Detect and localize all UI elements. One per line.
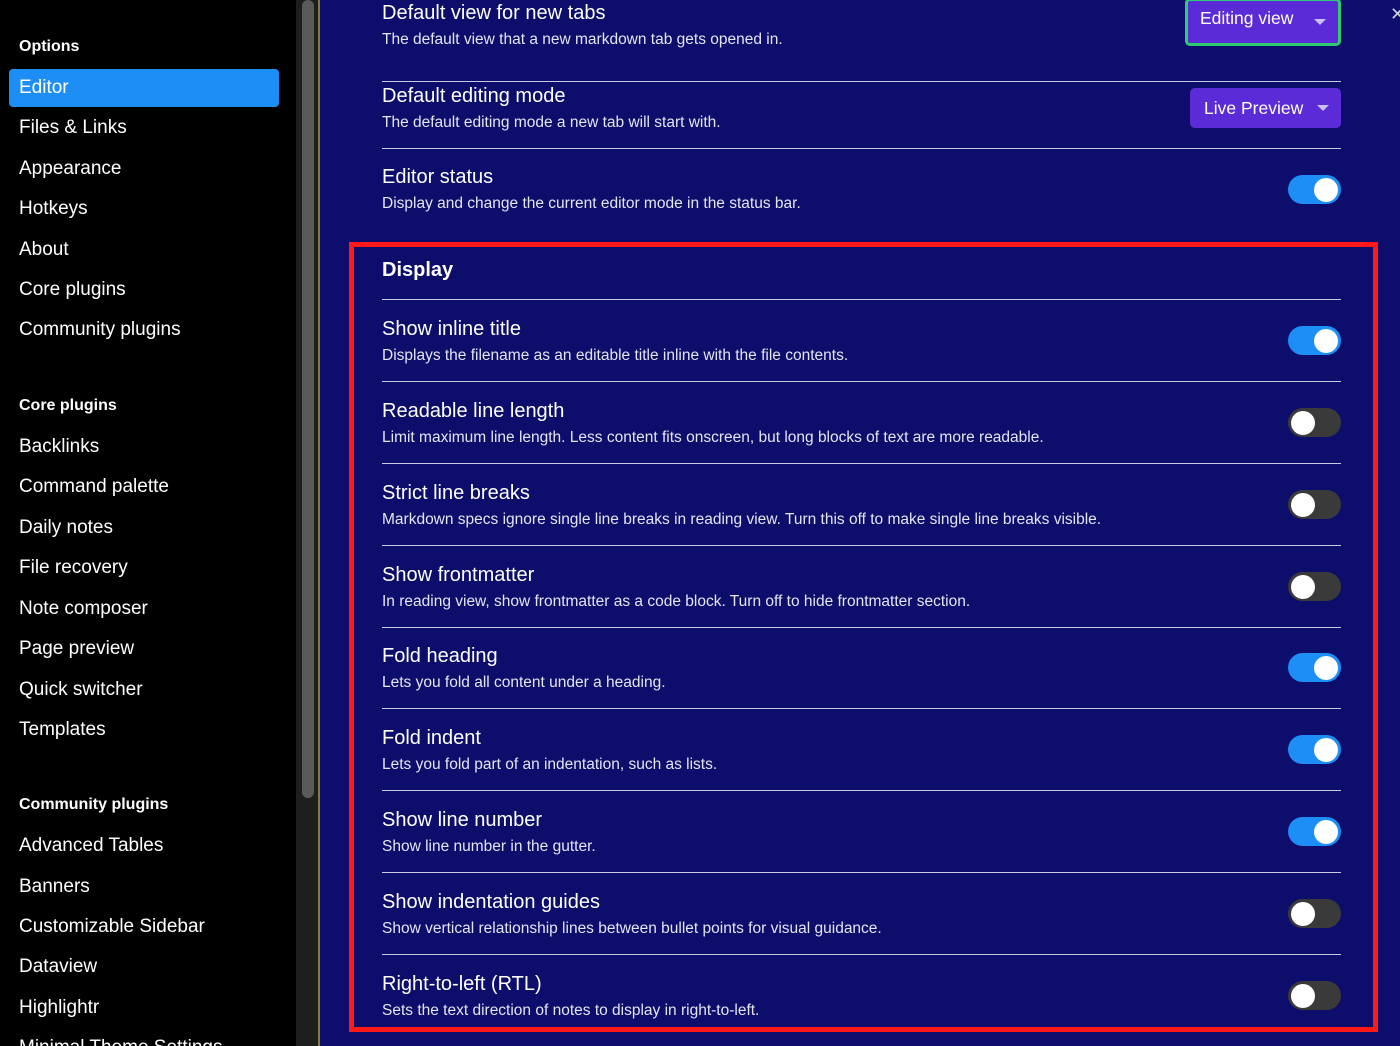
setting-fold-heading: Fold heading Lets you fold all content u… <box>382 627 1341 709</box>
sidebar-item-quick-switcher[interactable]: Quick switcher <box>9 671 279 709</box>
toggle-knob <box>1314 328 1338 353</box>
setting-editor-status: Editor status Display and change the cur… <box>382 149 1341 231</box>
show-line-number-toggle[interactable] <box>1288 817 1341 846</box>
setting-description: Displays the filename as an editable tit… <box>382 347 849 364</box>
sidebar-item-daily-notes[interactable]: Daily notes <box>9 509 279 547</box>
setting-description: The default view that a new markdown tab… <box>382 31 783 48</box>
setting-name: Strict line breaks <box>382 482 530 504</box>
sidebar-item-appearance[interactable]: Appearance <box>9 150 279 188</box>
toggle-knob <box>1314 177 1338 202</box>
setting-name: Fold heading <box>382 645 498 667</box>
setting-readable-line-length: Readable line length Limit maximum line … <box>382 382 1341 464</box>
setting-name: Show indentation guides <box>382 891 600 913</box>
sidebar-item-note-composer[interactable]: Note composer <box>9 590 279 628</box>
sidebar-heading-core-plugins: Core plugins <box>19 397 117 414</box>
fold-heading-toggle[interactable] <box>1288 653 1341 682</box>
sidebar-item-customizable-sidebar[interactable]: Customizable Sidebar <box>9 908 279 946</box>
toggle-knob <box>1291 901 1315 926</box>
setting-show-line-number: Show line number Show line number in the… <box>382 791 1341 873</box>
setting-strict-line-breaks: Strict line breaks Markdown specs ignore… <box>382 464 1341 546</box>
toggle-knob <box>1291 410 1315 435</box>
sidebar-item-core-plugins[interactable]: Core plugins <box>9 271 279 309</box>
setting-default-editing-mode: Default editing mode The default editing… <box>382 67 1341 149</box>
sidebar-heading-options: Options <box>19 38 80 55</box>
settings-sidebar: Options Editor Files & Links Appearance … <box>0 0 296 1046</box>
sidebar-item-editor[interactable]: Editor <box>9 69 279 107</box>
setting-name: Default editing mode <box>382 85 566 107</box>
setting-name: Right-to-left (RTL) <box>382 973 542 995</box>
fold-indent-toggle[interactable] <box>1288 735 1341 764</box>
chevron-down-icon <box>1317 105 1329 111</box>
sidebar-item-community-plugins[interactable]: Community plugins <box>9 311 279 349</box>
setting-name: Show inline title <box>382 318 521 340</box>
close-icon[interactable]: ✕ <box>1390 4 1400 25</box>
setting-name: Show frontmatter <box>382 564 535 586</box>
sidebar-item-highlightr[interactable]: Highlightr <box>9 989 279 1027</box>
editor-status-toggle[interactable] <box>1288 175 1341 204</box>
setting-description: Sets the text direction of notes to disp… <box>382 1002 760 1019</box>
default-editing-mode-dropdown[interactable]: Live Preview <box>1190 88 1341 128</box>
setting-show-frontmatter: Show frontmatter In reading view, show f… <box>382 546 1341 628</box>
default-view-dropdown[interactable]: Editing view <box>1185 0 1341 46</box>
sidebar-scrollbar-thumb[interactable] <box>302 0 314 798</box>
sidebar-item-advanced-tables[interactable]: Advanced Tables <box>9 827 279 865</box>
show-inline-title-toggle[interactable] <box>1288 326 1341 355</box>
sidebar-heading-community-plugins: Community plugins <box>19 796 169 813</box>
sidebar-item-banners[interactable]: Banners <box>9 868 279 906</box>
toggle-knob <box>1291 983 1315 1008</box>
sidebar-item-about[interactable]: About <box>9 231 279 269</box>
setting-name: Editor status <box>382 166 494 188</box>
sidebar-item-minimal-theme-settings[interactable]: Minimal Theme Settings <box>9 1029 279 1046</box>
pane-divider <box>318 0 320 1046</box>
setting-description: Markdown specs ignore single line breaks… <box>382 511 1102 528</box>
sidebar-item-files-links[interactable]: Files & Links <box>9 109 279 147</box>
section-heading-display: Display <box>382 259 1341 300</box>
right-to-left-toggle[interactable] <box>1288 981 1341 1010</box>
setting-fold-indent: Fold indent Lets you fold part of an ind… <box>382 709 1341 791</box>
setting-name: Readable line length <box>382 400 565 422</box>
sidebar-item-backlinks[interactable]: Backlinks <box>9 428 279 466</box>
strict-line-breaks-toggle[interactable] <box>1288 490 1341 519</box>
setting-description: Show vertical relationship lines between… <box>382 920 882 937</box>
sidebar-item-command-palette[interactable]: Command palette <box>9 468 279 506</box>
setting-description: Lets you fold all content under a headin… <box>382 674 666 691</box>
setting-description: Limit maximum line length. Less content … <box>382 429 1044 446</box>
setting-name: Show line number <box>382 809 543 831</box>
setting-name: Default view for new tabs <box>382 2 606 24</box>
setting-name: Fold indent <box>382 727 481 749</box>
setting-right-to-left: Right-to-left (RTL) Sets the text direct… <box>382 955 1341 1037</box>
sidebar-item-hotkeys[interactable]: Hotkeys <box>9 190 279 228</box>
dropdown-value: Live Preview <box>1204 98 1304 118</box>
toggle-knob <box>1291 492 1315 517</box>
sidebar-item-page-preview[interactable]: Page preview <box>9 630 279 668</box>
sidebar-item-file-recovery[interactable]: File recovery <box>9 549 279 587</box>
sidebar-item-dataview[interactable]: Dataview <box>9 948 279 986</box>
dropdown-value: Editing view <box>1200 8 1294 28</box>
sidebar-item-templates[interactable]: Templates <box>9 711 279 749</box>
toggle-knob <box>1314 819 1338 844</box>
setting-description: Display and change the current editor mo… <box>382 195 801 212</box>
chevron-down-icon <box>1314 19 1326 25</box>
show-frontmatter-toggle[interactable] <box>1288 572 1341 601</box>
readable-line-length-toggle[interactable] <box>1288 408 1341 437</box>
toggle-knob <box>1291 574 1315 599</box>
toggle-knob <box>1314 655 1338 680</box>
setting-show-indentation-guides: Show indentation guides Show vertical re… <box>382 873 1341 955</box>
show-indentation-guides-toggle[interactable] <box>1288 899 1341 928</box>
setting-description: The default editing mode a new tab will … <box>382 114 721 131</box>
toggle-knob <box>1314 737 1338 762</box>
setting-description: Show line number in the gutter. <box>382 838 596 855</box>
setting-show-inline-title: Show inline title Displays the filename … <box>382 300 1341 382</box>
setting-description: Lets you fold part of an indentation, su… <box>382 756 718 773</box>
setting-description: In reading view, show frontmatter as a c… <box>382 593 971 610</box>
